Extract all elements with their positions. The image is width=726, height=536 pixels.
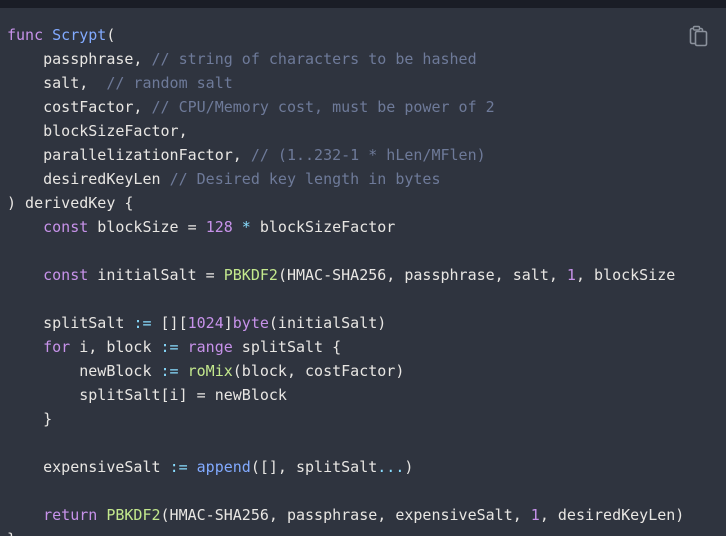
code-token: splitSalt <box>7 314 134 332</box>
code-line: splitSalt := [][1024]byte(initialSalt) <box>7 311 684 335</box>
code-token: ] <box>223 314 233 332</box>
code-token: := <box>160 338 179 356</box>
code-token: Scrypt <box>52 26 107 44</box>
code-line: expensiveSalt := append([], splitSalt...… <box>7 455 684 479</box>
clipboard-icon <box>689 25 708 47</box>
code-token: passphrase, <box>7 50 152 68</box>
code-token: return <box>43 506 98 524</box>
code-token: salt, <box>7 74 107 92</box>
code-line: salt, // random salt <box>7 71 684 95</box>
code-token: i, block <box>70 338 161 356</box>
top-bar <box>0 0 726 8</box>
code-token: blockSizeFactor <box>259 218 396 236</box>
code-token: (HMAC-SHA256, passphrase, salt, <box>277 266 567 284</box>
code-token: splitSalt[i] = newBlock <box>7 386 287 404</box>
code-line: const blockSize = 128 * blockSizeFactor <box>7 215 684 239</box>
code-token: append <box>196 458 251 476</box>
code-token: := <box>160 362 179 380</box>
code-line: for i, block := range splitSalt { <box>7 335 684 359</box>
code-token: (initialSalt) <box>268 314 387 332</box>
code-token: expensiveSalt <box>7 458 170 476</box>
code-block: func Scrypt( passphrase, // string of ch… <box>0 8 726 536</box>
code-token: := <box>133 314 152 332</box>
code-line: passphrase, // string of characters to b… <box>7 47 684 71</box>
code-token: blockSize = <box>88 218 206 236</box>
code-token: // random salt <box>106 74 233 92</box>
code-token: := <box>169 458 188 476</box>
code-token: 128 <box>205 218 233 236</box>
code-token: splitSalt { <box>232 338 342 356</box>
code-token: } <box>7 530 16 536</box>
code-line: splitSalt[i] = newBlock <box>7 383 684 407</box>
code-line: return PBKDF2(HMAC-SHA256, passphrase, e… <box>7 503 684 527</box>
code-token: roMix <box>187 362 233 380</box>
code-token: ) <box>404 458 414 476</box>
code-token: costFactor, <box>7 98 152 116</box>
code-token: // CPU/Memory cost, must be power of 2 <box>151 98 495 116</box>
code-token: 1 <box>530 506 540 524</box>
code-token: (block, costFactor) <box>232 362 405 380</box>
code-token: 1024 <box>187 314 224 332</box>
code-token: (HMAC-SHA256, passphrase, expensiveSalt, <box>160 506 531 524</box>
code-line: newBlock := roMix(block, costFactor) <box>7 359 684 383</box>
code-token: 1 <box>566 266 576 284</box>
code-line: desiredKeyLen // Desired key length in b… <box>7 167 684 191</box>
code-line: } <box>7 407 684 431</box>
code-token: , desiredKeyLen) <box>539 506 685 524</box>
code-token: byte <box>232 314 269 332</box>
code-line: costFactor, // CPU/Memory cost, must be … <box>7 95 684 119</box>
code-token: PBKDF2 <box>223 266 278 284</box>
code-token: func <box>7 26 53 44</box>
code-token: ) derivedKey { <box>7 194 134 212</box>
code-token: PBKDF2 <box>106 506 161 524</box>
code-token: * <box>232 218 260 236</box>
code-token: for <box>43 338 71 356</box>
code-token: } <box>7 410 53 428</box>
code-content: func Scrypt( passphrase, // string of ch… <box>7 23 684 536</box>
code-token: desiredKeyLen <box>7 170 170 188</box>
code-token: // Desired key length in bytes <box>169 170 441 188</box>
code-token: // (1..232-1 * hLen/MFlen) <box>250 146 486 164</box>
code-line: ) derivedKey { <box>7 191 684 215</box>
code-token: ([], splitSalt <box>250 458 378 476</box>
code-line: } <box>7 527 684 536</box>
code-token: // string of characters to be hashed <box>151 50 477 68</box>
code-token: parallelizationFactor, <box>7 146 251 164</box>
code-token: const <box>43 218 89 236</box>
code-token: initialSalt = <box>88 266 224 284</box>
code-token: ... <box>377 458 405 476</box>
code-token: range <box>187 338 233 356</box>
code-token: [][ <box>151 314 188 332</box>
code-token: blockSizeFactor, <box>7 122 188 140</box>
copy-code-button[interactable] <box>689 25 709 47</box>
code-line: parallelizationFactor, // (1..232-1 * hL… <box>7 143 684 167</box>
code-line: blockSizeFactor, <box>7 119 684 143</box>
code-token: const <box>43 266 89 284</box>
code-token: , blockSize <box>575 266 676 284</box>
code-line: const initialSalt = PBKDF2(HMAC-SHA256, … <box>7 263 684 287</box>
code-line: func Scrypt( <box>7 23 684 47</box>
code-token: ( <box>106 26 116 44</box>
code-token: newBlock <box>7 362 161 380</box>
